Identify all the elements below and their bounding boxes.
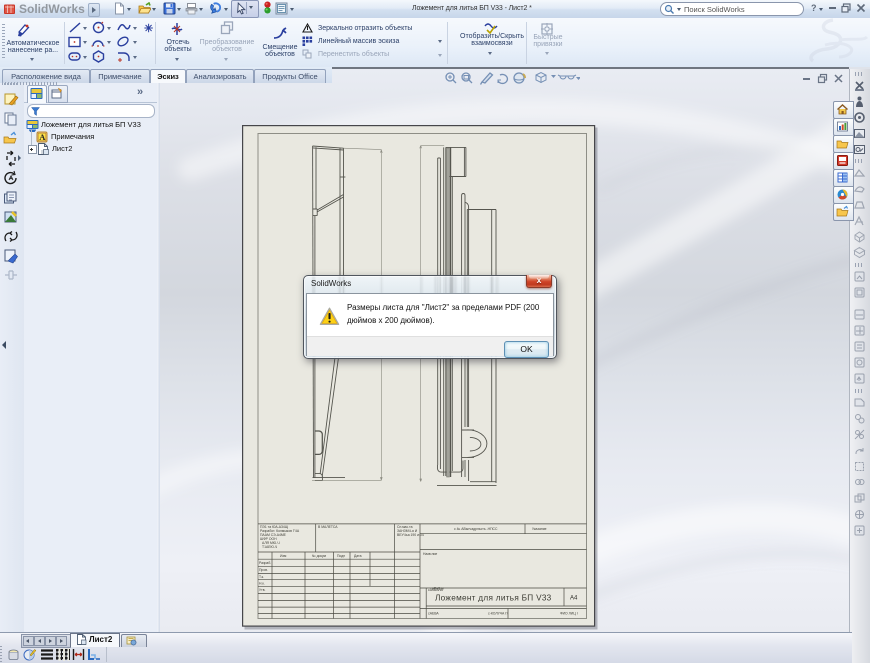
svg-text:Подп: Подп — [337, 554, 345, 558]
svg-text:Дата: Дата — [354, 554, 362, 558]
svg-text:ВЕУЧьа 190 и:04: ВЕУЧьа 190 и:04 — [397, 533, 424, 537]
svg-text:Разраб.: Разраб. — [259, 561, 271, 565]
svg-text:с-КОЛУЧА I?: с-КОЛУЧА I? — [488, 612, 508, 616]
svg-text:сАЕВА: сАЕВА — [428, 612, 439, 616]
svg-text:A4: A4 — [570, 596, 578, 602]
svg-text:ФИО ЛИЦ I: ФИО ЛИЦ I — [560, 612, 578, 616]
svg-text:Пров.: Пров. — [259, 568, 268, 572]
svg-text:Ложемент для литья БП V33: Ложемент для литья БП V33 — [435, 594, 552, 603]
svg-text:Т.к.: Т.к. — [259, 575, 264, 579]
svg-text:№ докум: № докум — [312, 554, 327, 558]
svg-text:Назв.ние: Назв.ние — [423, 552, 437, 556]
svg-text:Изм: Изм — [280, 554, 287, 558]
svg-text:Т1АЕЮ-Ч: Т1АЕЮ-Ч — [262, 545, 277, 549]
svg-text:Указание: Указание — [532, 527, 547, 531]
svg-text:Утв.: Утв. — [259, 588, 266, 592]
svg-text:нРчС.м: нРчС.м — [432, 587, 444, 591]
svg-text:A: A — [39, 132, 46, 142]
svg-text:с 4ь АВыгчадрльсть -НПСС: с 4ь АВыгчадрльсть -НПСС — [454, 527, 498, 531]
svg-text:В МАЛЕТСА: В МАЛЕТСА — [318, 525, 338, 529]
svg-text:Н.к.: Н.к. — [259, 582, 265, 586]
